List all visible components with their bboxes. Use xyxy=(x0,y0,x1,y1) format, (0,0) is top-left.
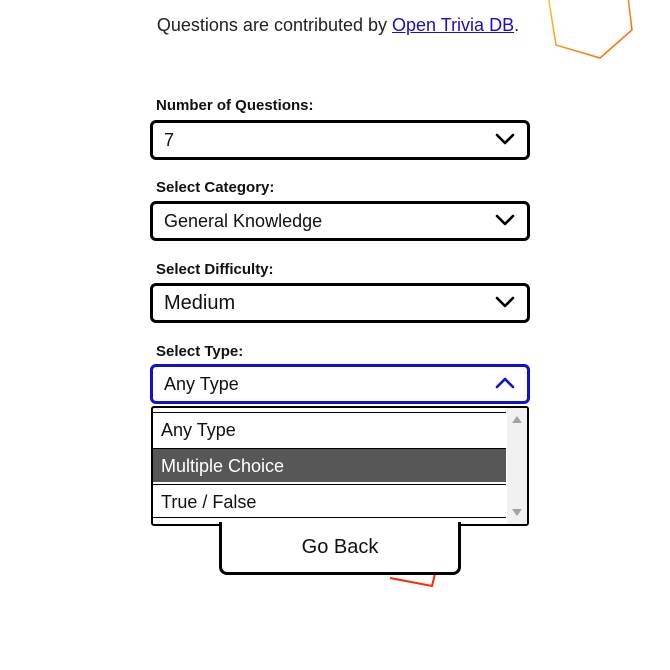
questions-value: 7 xyxy=(164,130,175,150)
type-dropdown-list: Any Type Multiple Choice True / False xyxy=(151,406,529,526)
go-back-button[interactable]: Go Back xyxy=(219,522,461,575)
type-label: Select Type: xyxy=(156,343,244,360)
questions-label: Number of Questions: xyxy=(156,97,314,114)
difficulty-label: Select Difficulty: xyxy=(156,261,274,278)
chevron-down-icon xyxy=(495,296,515,308)
category-value: General Knowledge xyxy=(164,211,323,231)
chevron-down-icon xyxy=(495,133,515,145)
category-label: Select Category: xyxy=(156,179,275,196)
type-option-multiple[interactable]: Multiple Choice xyxy=(153,448,506,482)
credit-suffix: . xyxy=(514,15,520,35)
difficulty-select[interactable]: Medium xyxy=(150,283,530,323)
credit-text: Questions are contributed by Open Trivia… xyxy=(0,15,670,36)
type-value: Any Type xyxy=(164,374,239,394)
category-select[interactable]: General Knowledge xyxy=(150,201,530,241)
scroll-up-icon[interactable] xyxy=(512,416,522,423)
difficulty-value: Medium xyxy=(164,292,236,314)
chevron-up-icon xyxy=(495,377,515,389)
scroll-down-icon[interactable] xyxy=(512,509,522,516)
chevron-down-icon xyxy=(495,214,515,226)
type-option-boolean[interactable]: True / False xyxy=(153,484,506,518)
type-option-any[interactable]: Any Type xyxy=(153,412,506,446)
credit-prefix: Questions are contributed by xyxy=(156,15,393,35)
dropdown-scrollbar[interactable] xyxy=(507,408,527,524)
questions-select[interactable]: 7 xyxy=(150,120,530,160)
type-select[interactable]: Any Type xyxy=(150,364,530,404)
open-trivia-db-link[interactable]: Open Trivia DB xyxy=(392,15,514,35)
